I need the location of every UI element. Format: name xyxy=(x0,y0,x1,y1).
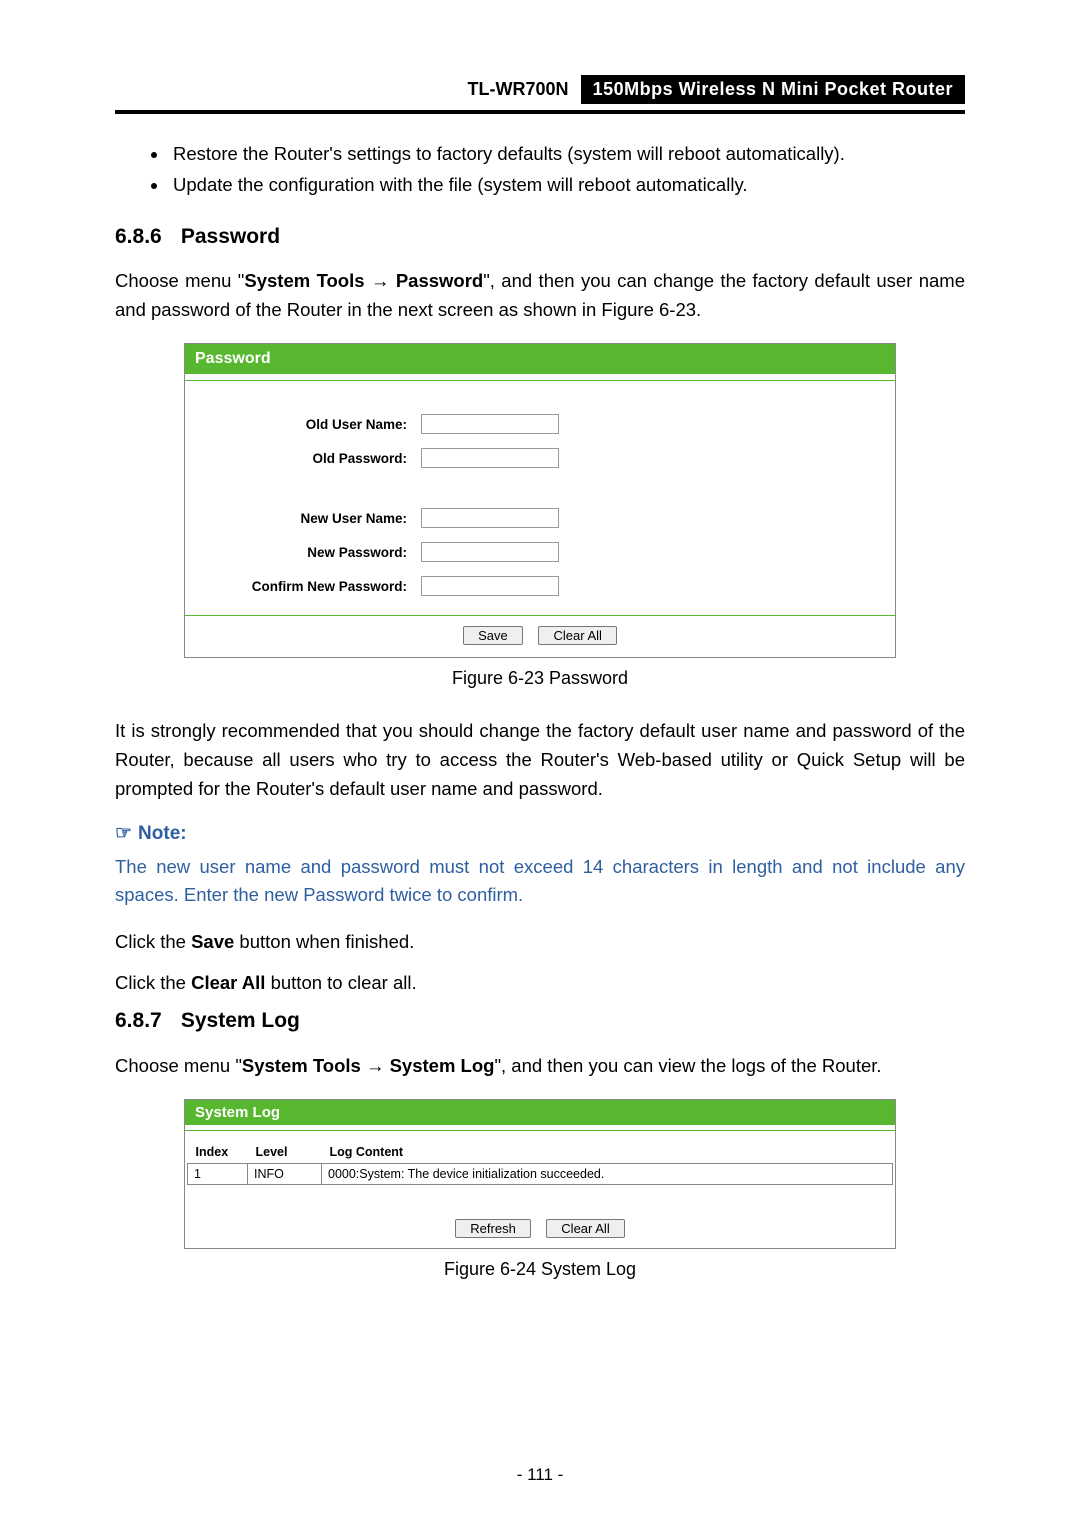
syslog-table: Index Level Log Content 1 INFO 0000:Syst… xyxy=(187,1141,893,1185)
bullet-item: Restore the Router's settings to factory… xyxy=(169,138,965,169)
figure-caption-24: Figure 6-24 System Log xyxy=(115,1259,965,1280)
page-header-row: TL-WR700N 150Mbps Wireless N Mini Pocket… xyxy=(115,75,965,104)
row-confirm-password: Confirm New Password: xyxy=(195,569,885,603)
text: ", and then you can view the logs of the… xyxy=(494,1055,881,1076)
menu-path-item: Password xyxy=(396,270,483,291)
continuation-bullet-list: Restore the Router's settings to factory… xyxy=(115,138,965,201)
label-confirm-password: Confirm New Password: xyxy=(195,579,421,594)
row-new-username: New User Name: xyxy=(195,501,885,535)
table-row: 1 INFO 0000:System: The device initializ… xyxy=(188,1164,893,1185)
page-header: TL-WR700N 150Mbps Wireless N Mini Pocket… xyxy=(115,75,965,114)
label-new-password: New Password: xyxy=(195,545,421,560)
syslog-panel: System Log Index Level Log Content 1 INF… xyxy=(184,1099,896,1249)
table-header-row: Index Level Log Content xyxy=(188,1141,893,1164)
syslog-intro-paragraph: Choose menu "System Tools → System Log",… xyxy=(115,1052,965,1081)
text: button to clear all. xyxy=(265,972,416,993)
password-form: Old User Name: Old Password: New User Na… xyxy=(185,381,895,615)
text: Click the xyxy=(115,972,191,993)
section-heading-password: 6.8.6 Password xyxy=(115,225,965,249)
save-instruction: Click the Save button when finished. xyxy=(115,928,965,957)
arrow-icon: → xyxy=(366,1055,385,1076)
cell-index: 1 xyxy=(188,1164,248,1185)
menu-path-item: System Tools xyxy=(244,270,364,291)
menu-path-item: System Tools xyxy=(242,1055,361,1076)
password-intro-paragraph: Choose menu "System Tools → Password", a… xyxy=(115,267,965,324)
bullet-item: Update the configuration with the file (… xyxy=(169,169,965,200)
input-confirm-password[interactable] xyxy=(421,576,559,596)
note-heading: ☞ Note: xyxy=(115,822,965,845)
input-old-password[interactable] xyxy=(421,448,559,468)
row-old-password: Old Password: xyxy=(195,441,885,475)
clear-button-reference: Clear All xyxy=(191,972,265,993)
note-label: Note: xyxy=(138,823,187,844)
save-button-reference: Save xyxy=(191,931,234,952)
cell-content: 0000:System: The device initialization s… xyxy=(322,1164,893,1185)
header-description: 150Mbps Wireless N Mini Pocket Router xyxy=(581,75,965,104)
row-old-username: Old User Name: xyxy=(195,407,885,441)
menu-path-item: System Log xyxy=(390,1055,495,1076)
text: Choose menu " xyxy=(115,1055,242,1076)
row-new-password: New Password: xyxy=(195,535,885,569)
panel-title: System Log xyxy=(185,1100,895,1125)
col-index: Index xyxy=(188,1141,248,1164)
section-title: System Log xyxy=(181,1009,300,1032)
cell-level: INFO xyxy=(248,1164,322,1185)
section-title: Password xyxy=(181,225,280,248)
input-new-username[interactable] xyxy=(421,508,559,528)
panel-separator xyxy=(185,1130,895,1131)
clear-instruction: Click the Clear All button to clear all. xyxy=(115,969,965,998)
text: button when finished. xyxy=(234,931,414,952)
section-number: 6.8.6 xyxy=(115,225,175,249)
note-body: The new user name and password must not … xyxy=(115,853,965,910)
header-model: TL-WR700N xyxy=(456,75,581,104)
password-notice: It is strongly recommended that you shou… xyxy=(115,717,965,803)
col-level: Level xyxy=(248,1141,322,1164)
text: Click the xyxy=(115,931,191,952)
input-old-username[interactable] xyxy=(421,414,559,434)
arrow-icon: → xyxy=(371,270,390,291)
syslog-button-row: Refresh Clear All xyxy=(185,1185,895,1248)
text: Choose menu " xyxy=(115,270,244,291)
form-gap xyxy=(195,475,885,501)
save-button[interactable]: Save xyxy=(463,626,523,645)
clear-all-button[interactable]: Clear All xyxy=(546,1219,624,1238)
page-number: - 111 - xyxy=(0,1465,1080,1485)
panel-title: Password xyxy=(185,344,895,374)
page-root: TL-WR700N 150Mbps Wireless N Mini Pocket… xyxy=(0,0,1080,1527)
refresh-button[interactable]: Refresh xyxy=(455,1219,531,1238)
input-new-password[interactable] xyxy=(421,542,559,562)
col-content: Log Content xyxy=(322,1141,893,1164)
pointing-hand-icon: ☞ xyxy=(115,823,132,844)
figure-caption-23: Figure 6-23 Password xyxy=(115,668,965,689)
clear-all-button[interactable]: Clear All xyxy=(538,626,616,645)
password-panel: Password Old User Name: Old Password: Ne… xyxy=(184,343,896,658)
label-old-password: Old Password: xyxy=(195,451,421,466)
label-new-username: New User Name: xyxy=(195,511,421,526)
section-heading-syslog: 6.8.7 System Log xyxy=(115,1009,965,1033)
label-old-username: Old User Name: xyxy=(195,417,421,432)
section-number: 6.8.7 xyxy=(115,1009,175,1033)
password-button-row: Save Clear All xyxy=(185,615,895,657)
